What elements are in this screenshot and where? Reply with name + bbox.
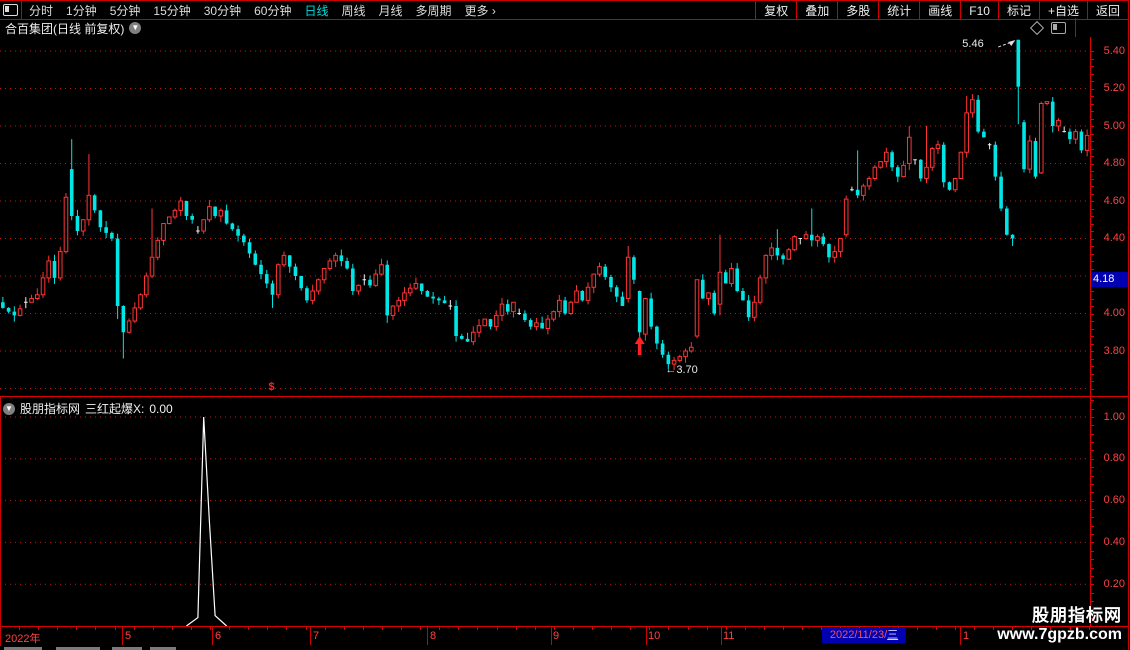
indicator-axis-label: 0.80 xyxy=(1103,452,1125,465)
period-item-多周期[interactable]: 多周期 xyxy=(416,2,452,19)
time-axis[interactable]: 2022年 5 6 7 8 9 10 11 1 2022/11/23/三 xyxy=(0,626,1128,647)
price-axis-label: 4.00 xyxy=(1103,307,1125,319)
time-axis-label: 9 xyxy=(553,630,560,642)
sell-dollar-marker: $ xyxy=(268,381,275,393)
tool-item-统计[interactable]: 统计 xyxy=(878,1,919,19)
price-axis-label: 5.20 xyxy=(1103,82,1125,94)
period-item-15分钟[interactable]: 15分钟 xyxy=(153,2,190,19)
period-item-60分钟[interactable]: 60分钟 xyxy=(254,2,291,19)
watermark-line2: www.7gpzb.com xyxy=(997,626,1122,643)
tool-item-叠加[interactable]: 叠加 xyxy=(796,1,837,19)
candlestick-chart[interactable]: 5.46 ←3.70 $ xyxy=(0,37,1090,396)
time-axis-label: 7 xyxy=(313,630,320,642)
indicator-axis-label: 0.20 xyxy=(1103,577,1125,590)
price-axis: 5.40 5.20 5.00 4.80 4.60 4.40 4.00 3.80 4.18 xyxy=(1090,37,1129,396)
indicator-value: 0.00 xyxy=(149,401,173,416)
time-axis-label: 6 xyxy=(215,630,222,642)
tool-item-复权[interactable]: 复权 xyxy=(755,1,796,19)
period-item-1分钟[interactable]: 1分钟 xyxy=(66,2,97,19)
tool-item-F10[interactable]: F10 xyxy=(960,1,998,19)
indicator-source: 股朋指标网 xyxy=(20,402,81,416)
window-right-border xyxy=(1128,0,1129,650)
price-axis-label: 4.60 xyxy=(1103,194,1125,207)
indicator-header: ▼ 股朋指标网 三红起爆X: 0.00 xyxy=(3,400,173,417)
period-toolbar: 分时 1分钟 5分钟 15分钟 30分钟 60分钟 日线 周线 月线 多周期 更多 › 复权 叠加 多股… xyxy=(0,0,1128,20)
tools-menu: 复权 叠加 多股 统计 画线 F10 标记 +自选 返回 xyxy=(755,1,1128,19)
price-axis-label: 5.00 xyxy=(1103,119,1125,132)
indicator-axis: 1.00 0.80 0.60 0.40 0.20 xyxy=(1090,397,1129,627)
indicator-axis-label: 0.40 xyxy=(1103,535,1125,548)
clipped-bottom-tabs xyxy=(0,646,1130,650)
indicator-panel[interactable]: ▼ 股朋指标网 三红起爆X: 0.00 xyxy=(0,397,1090,626)
panel-toggle-button[interactable] xyxy=(0,1,22,19)
chevron-down-circle-icon[interactable]: ▼ xyxy=(3,402,15,415)
indicator-axis-label: 1.00 xyxy=(1103,410,1125,423)
period-item-月线[interactable]: 月线 xyxy=(379,2,403,19)
annotation-low-price: ←3.70 xyxy=(665,363,698,376)
chevron-down-circle-icon[interactable]: ▼ xyxy=(129,22,142,34)
tool-item-画线[interactable]: 画线 xyxy=(919,1,960,19)
time-axis-label: 2022年 xyxy=(5,633,41,645)
tool-item-返回[interactable]: 返回 xyxy=(1086,1,1128,19)
time-axis-label: 10 xyxy=(648,630,661,642)
diamond-outline-icon[interactable] xyxy=(1029,20,1045,36)
time-axis-label: 1 xyxy=(963,630,970,642)
period-item-分时[interactable]: 分时 xyxy=(29,2,53,19)
tool-item-多股[interactable]: 多股 xyxy=(837,1,878,19)
last-price-tag: 4.18 xyxy=(1091,272,1129,288)
period-item-30分钟[interactable]: 30分钟 xyxy=(204,2,241,19)
window-split-icon xyxy=(3,4,18,16)
chart-title-bar: 合百集团(日线 前复权) ▼ xyxy=(0,19,1128,37)
price-axis-label: 4.40 xyxy=(1103,232,1125,244)
divider xyxy=(1075,18,1076,37)
period-item-5分钟[interactable]: 5分钟 xyxy=(110,2,141,19)
time-axis-label: 8 xyxy=(430,630,437,642)
window-left-border xyxy=(0,396,1,646)
annotation-high-price: 5.46 xyxy=(962,38,984,50)
window-icon[interactable] xyxy=(1051,22,1066,34)
selected-date-tag: 2022/11/23/三 xyxy=(822,628,906,643)
tool-item-+自选[interactable]: +自选 xyxy=(1038,1,1087,19)
period-item-日线[interactable]: 日线 xyxy=(304,2,328,19)
page-title: 合百集团(日线 前复权) xyxy=(5,21,125,36)
indicator-name: 三红起爆X: xyxy=(85,402,145,416)
watermark: 股朋指标网 www.7gpzb.com xyxy=(997,601,1122,644)
period-item-更多 ›[interactable]: 更多 › xyxy=(465,2,496,19)
price-axis-label: 4.80 xyxy=(1103,157,1125,169)
indicator-axis-label: 0.60 xyxy=(1103,494,1125,507)
period-menu: 分时 1分钟 5分钟 15分钟 30分钟 60分钟 日线 周线 月线 多周期 更多 › xyxy=(22,2,755,19)
time-axis-label: 5 xyxy=(125,630,132,642)
time-axis-label: 11 xyxy=(723,630,735,642)
price-axis-label: 3.80 xyxy=(1103,344,1125,357)
period-item-周线[interactable]: 周线 xyxy=(341,2,365,19)
trading-app-window: 分时 1分钟 5分钟 15分钟 30分钟 60分钟 日线 周线 月线 多周期 更多 › 复权 叠加 多股… xyxy=(0,0,1130,650)
watermark-line1: 股朋指标网 xyxy=(1032,606,1122,625)
price-axis-label: 5.40 xyxy=(1103,44,1125,57)
tool-item-标记[interactable]: 标记 xyxy=(997,1,1039,19)
